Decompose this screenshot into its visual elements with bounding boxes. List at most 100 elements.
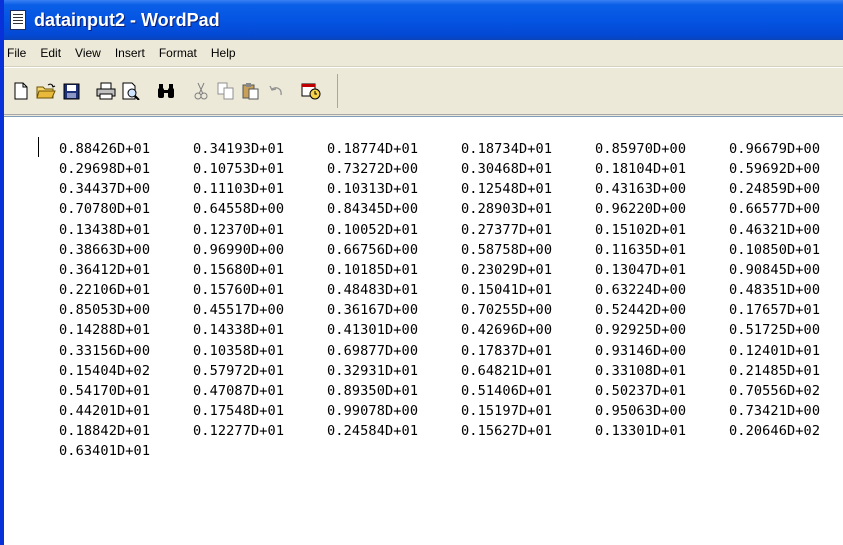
number-value: 0.14338D+01 <box>193 322 285 339</box>
print-preview-button[interactable] <box>120 80 142 102</box>
number-value: 0.57972D+01 <box>193 362 285 379</box>
number-value: 0.10052D+01 <box>327 221 419 238</box>
number-value: 0.89350D+01 <box>327 382 419 399</box>
number-value: 0.93146D+00 <box>595 342 687 359</box>
text-line: 0.18842D+01 0.12277D+01 0.24584D+01 0.15627… <box>59 421 843 441</box>
print-icon <box>96 82 116 100</box>
number-value: 0.12370D+01 <box>193 221 285 238</box>
print-button[interactable] <box>95 80 117 102</box>
number-value: 0.88426D+01 <box>59 141 151 157</box>
number-value: 0.15197D+01 <box>461 403 553 420</box>
number-value: 0.10313D+01 <box>327 181 419 198</box>
number-value: 0.90845D+00 <box>729 261 821 278</box>
number-value: 0.36412D+01 <box>59 261 151 278</box>
toolbar-group <box>10 74 338 108</box>
number-value: 0.66756D+00 <box>327 241 419 258</box>
number-value: 0.69877D+00 <box>327 342 419 359</box>
number-value: 0.96679D+00 <box>729 141 821 157</box>
number-value: 0.10753D+01 <box>193 161 285 178</box>
menu-format[interactable]: Format <box>152 40 204 66</box>
menu-edit[interactable]: Edit <box>33 40 68 66</box>
text-line: 0.15404D+02 0.57972D+01 0.32931D+01 0.64821… <box>59 361 843 381</box>
number-value: 0.48483D+01 <box>327 282 419 299</box>
number-value: 0.38663D+00 <box>59 241 151 258</box>
number-value: 0.85053D+00 <box>59 302 151 319</box>
number-value: 0.45517D+00 <box>193 302 285 319</box>
find-icon <box>158 84 174 98</box>
number-value: 0.23029D+01 <box>461 261 553 278</box>
number-value: 0.15760D+01 <box>193 282 285 299</box>
number-value: 0.18104D+01 <box>595 161 687 178</box>
number-value: 0.18774D+01 <box>327 141 419 157</box>
number-value: 0.20646D+02 <box>729 423 821 440</box>
paste-button[interactable] <box>240 80 262 102</box>
number-value: 0.50237D+01 <box>595 382 687 399</box>
document-area[interactable]: 0.88426D+01 0.34193D+01 0.18774D+01 0.18734… <box>4 116 843 545</box>
number-value: 0.15041D+01 <box>461 282 553 299</box>
text-line: 0.54170D+01 0.47087D+01 0.89350D+01 0.51406… <box>59 381 843 401</box>
new-button[interactable] <box>10 80 32 102</box>
insert-date-time-button[interactable] <box>300 80 322 102</box>
number-value: 0.12401D+01 <box>729 342 821 359</box>
number-value: 0.30468D+01 <box>461 161 553 178</box>
number-value: 0.17837D+01 <box>461 342 553 359</box>
text-line: 0.36412D+01 0.15680D+01 0.10185D+01 0.23029… <box>59 260 843 280</box>
undo-icon <box>269 85 282 96</box>
number-value: 0.34193D+01 <box>193 141 285 157</box>
text-line: 0.88426D+01 0.34193D+01 0.18774D+01 0.18734… <box>59 139 843 159</box>
save-button[interactable] <box>60 80 82 102</box>
number-value: 0.12277D+01 <box>193 423 285 440</box>
menu-insert[interactable]: Insert <box>108 40 152 66</box>
text-line: 0.63401D+01 <box>59 441 843 461</box>
text-line: 0.14288D+01 0.14338D+01 0.41301D+00 0.42696… <box>59 320 843 340</box>
number-value: 0.51406D+01 <box>461 382 553 399</box>
find-button[interactable] <box>155 80 177 102</box>
number-value: 0.21485D+01 <box>729 362 821 379</box>
menu-help[interactable]: Help <box>204 40 243 66</box>
number-value: 0.70780D+01 <box>59 201 151 218</box>
title-bar[interactable]: datainput2 - WordPad <box>4 0 843 40</box>
number-value: 0.51725D+00 <box>729 322 821 339</box>
new-icon <box>14 82 28 100</box>
number-value: 0.52442D+00 <box>595 302 687 319</box>
number-value: 0.10850D+01 <box>729 241 821 258</box>
window-title: datainput2 - WordPad <box>34 9 220 30</box>
number-value: 0.44201D+01 <box>59 403 151 420</box>
menu-file[interactable]: File <box>4 40 33 66</box>
menu-view[interactable]: View <box>68 40 108 66</box>
number-value: 0.14288D+01 <box>59 322 151 339</box>
number-value: 0.13047D+01 <box>595 261 687 278</box>
number-value: 0.29698D+01 <box>59 161 151 178</box>
undo-button[interactable] <box>265 80 287 102</box>
number-value: 0.13301D+01 <box>595 423 687 440</box>
number-value: 0.27377D+01 <box>461 221 553 238</box>
text-line: 0.44201D+01 0.17548D+01 0.99078D+00 0.15197… <box>59 401 843 421</box>
save-icon <box>63 83 79 99</box>
number-value: 0.17657D+01 <box>729 302 821 319</box>
number-value: 0.32931D+01 <box>327 362 419 379</box>
number-value: 0.47087D+01 <box>193 382 285 399</box>
wordpad-app-icon[interactable] <box>10 10 26 30</box>
number-value: 0.48351D+00 <box>729 282 821 299</box>
open-button[interactable] <box>35 80 57 102</box>
text-line: 0.29698D+01 0.10753D+01 0.73272D+00 0.30468… <box>59 159 843 179</box>
number-value: 0.11103D+01 <box>193 181 285 198</box>
number-value: 0.24584D+01 <box>327 423 419 440</box>
text-line: 0.22106D+01 0.15760D+01 0.48483D+01 0.15041… <box>59 280 843 300</box>
number-value: 0.43163D+00 <box>595 181 687 198</box>
cut-button[interactable] <box>190 80 212 102</box>
number-value: 0.63401D+01 <box>59 443 151 460</box>
number-value: 0.17548D+01 <box>193 403 285 420</box>
copy-button[interactable] <box>215 80 237 102</box>
copy-icon <box>217 82 234 100</box>
open-icon <box>36 83 56 99</box>
number-value: 0.34437D+00 <box>59 181 151 198</box>
number-value: 0.22106D+01 <box>59 282 151 299</box>
number-value: 0.18734D+01 <box>461 141 553 157</box>
number-value: 0.95063D+00 <box>595 403 687 420</box>
number-value: 0.15680D+01 <box>193 261 285 278</box>
number-value: 0.70255D+00 <box>461 302 553 319</box>
number-value: 0.42696D+00 <box>461 322 553 339</box>
number-value: 0.15404D+02 <box>59 362 151 379</box>
text-line: 0.34437D+00 0.11103D+01 0.10313D+01 0.12548… <box>59 179 843 199</box>
